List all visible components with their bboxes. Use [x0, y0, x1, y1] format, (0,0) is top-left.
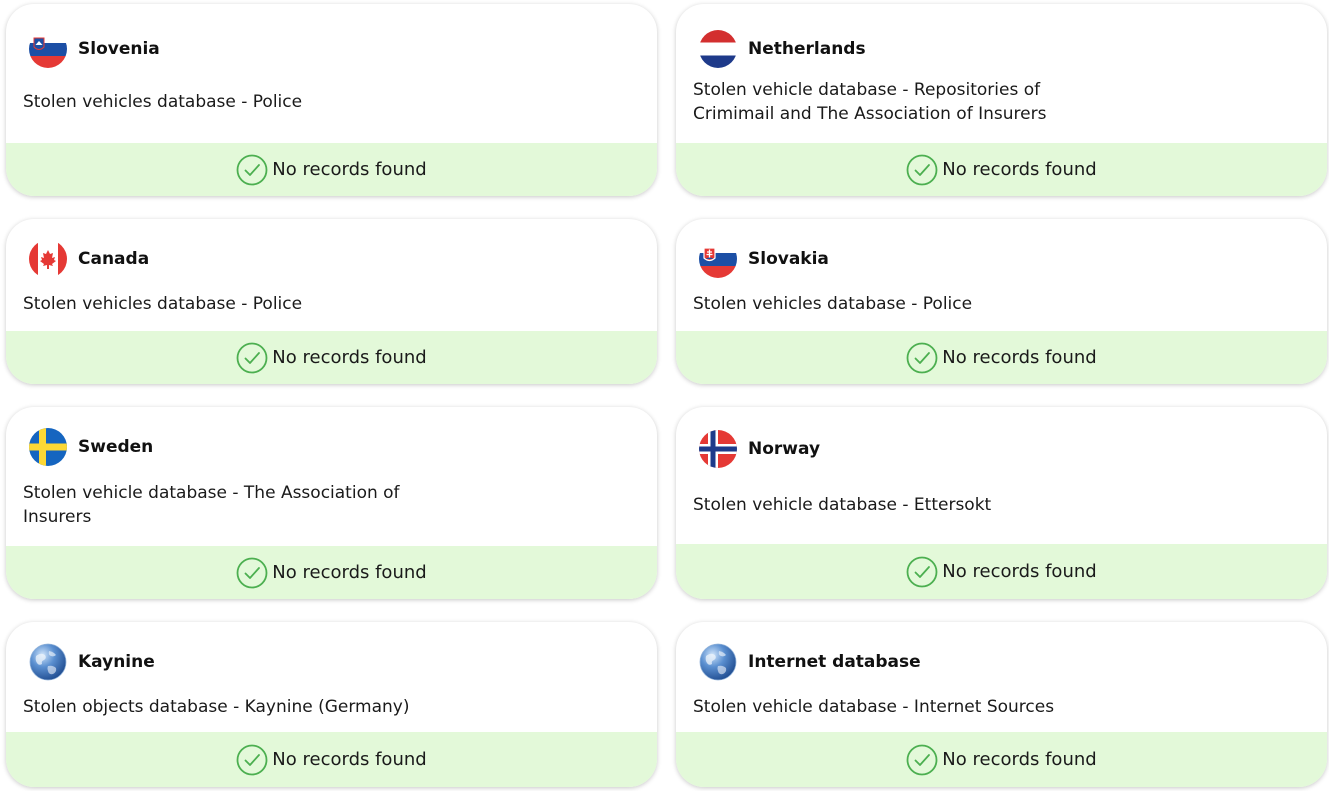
card-header: Sweden: [28, 427, 153, 467]
status-text: No records found: [272, 159, 427, 180]
card-title: Internet database: [748, 652, 921, 672]
status-text: No records found: [942, 159, 1097, 180]
check-circle-icon: [906, 744, 938, 775]
check-circle-icon: [906, 342, 938, 373]
status-bar: No records found: [6, 143, 657, 196]
card-title: Slovenia: [78, 39, 160, 59]
card-title: Netherlands: [748, 39, 866, 59]
result-card-canada: Canada Stolen vehicles database - Police…: [6, 219, 657, 384]
card-title: Kaynine: [78, 652, 155, 672]
card-description: Stolen vehicles database - Police: [693, 294, 973, 314]
status-text: No records found: [272, 347, 427, 368]
check-circle-icon: [236, 557, 268, 588]
status-bar: No records found: [676, 331, 1327, 384]
status-bar: No records found: [676, 544, 1327, 599]
status-text: No records found: [272, 562, 427, 583]
card-header: Norway: [698, 429, 820, 469]
result-card-kaynine: Kaynine Stolen objects database - Kaynin…: [6, 622, 657, 787]
globe-icon: [699, 643, 737, 681]
result-card-sweden: Sweden Stolen vehicle database - The Ass…: [6, 407, 657, 599]
netherlands-flag-icon: [699, 30, 737, 68]
result-card-slovenia: Slovenia Stolen vehicles database - Poli…: [6, 4, 657, 196]
status-text: No records found: [942, 347, 1097, 368]
card-description: Stolen vehicles database - Police: [23, 92, 303, 112]
status-text: No records found: [942, 749, 1097, 770]
card-description: Stolen objects database - Kaynine (Germa…: [23, 697, 410, 717]
result-card-slovakia: Slovakia Stolen vehicles database - Poli…: [676, 219, 1327, 384]
result-card-netherlands: Netherlands Stolen vehicle database - Re…: [676, 4, 1327, 196]
result-card-norway: Norway Stolen vehicle database - Etterso…: [676, 407, 1327, 599]
check-circle-icon: [906, 556, 938, 587]
status-bar: No records found: [6, 331, 657, 384]
check-circle-icon: [906, 154, 938, 185]
sweden-flag-icon: [29, 428, 67, 466]
card-header: Slovakia: [698, 239, 829, 279]
card-header: Slovenia: [28, 29, 160, 69]
check-circle-icon: [236, 154, 268, 185]
globe-icon: [29, 643, 67, 681]
check-circle-icon: [236, 342, 268, 373]
result-card-internet-database: Internet database Stolen vehicle databas…: [676, 622, 1327, 787]
card-description: Stolen vehicle database - The Associatio…: [23, 483, 400, 527]
card-description: Stolen vehicle database - Ettersokt: [693, 495, 992, 515]
card-title: Canada: [78, 249, 150, 269]
status-text: No records found: [272, 749, 427, 770]
card-description: Stolen vehicle database - Internet Sourc…: [693, 697, 1055, 717]
status-bar: No records found: [676, 732, 1327, 787]
card-title: Slovakia: [748, 249, 829, 269]
status-bar: No records found: [6, 732, 657, 787]
norway-flag-icon: [699, 430, 737, 468]
card-description: Stolen vehicle database - Repositories o…: [693, 80, 1047, 124]
status-text: No records found: [942, 561, 1097, 582]
slovakia-flag-icon: [699, 240, 737, 278]
card-title: Sweden: [78, 437, 154, 457]
check-circle-icon: [236, 744, 268, 775]
card-header: Netherlands: [698, 29, 866, 69]
slovenia-flag-icon: [29, 30, 67, 68]
status-bar: No records found: [676, 143, 1327, 196]
card-title: Norway: [748, 439, 821, 459]
results-grid: Slovenia Stolen vehicles database - Poli…: [0, 0, 1329, 791]
status-bar: No records found: [6, 546, 657, 599]
card-header: Internet database: [698, 642, 921, 682]
canada-flag-icon: [29, 240, 67, 278]
card-header: Canada: [28, 239, 149, 279]
card-header: Kaynine: [28, 642, 155, 682]
card-description: Stolen vehicles database - Police: [23, 294, 303, 314]
